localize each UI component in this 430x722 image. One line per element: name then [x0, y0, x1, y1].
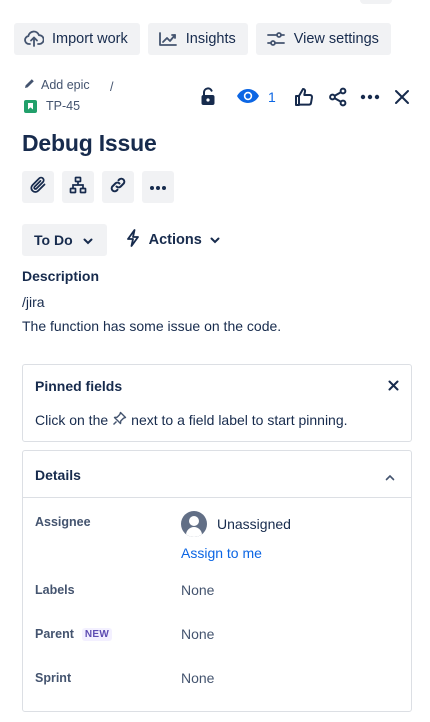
pinned-fields-panel: Pinned fields Click on the next to a fie…: [22, 364, 412, 442]
child-issues-icon: [69, 176, 87, 199]
assignee-value: Unassigned: [217, 516, 291, 532]
breadcrumb: Add epic / TP-45: [24, 78, 113, 113]
insights-label: Insights: [185, 31, 236, 47]
description-line[interactable]: /jira: [22, 294, 45, 310]
issue-key: TP-45: [46, 99, 81, 113]
quick-actions: [22, 171, 174, 203]
status-row: To Do Actions: [22, 224, 220, 256]
pinned-fields-hint: Click on the next to a field label to st…: [35, 411, 348, 429]
sprint-label: Sprint: [35, 671, 72, 685]
status-dropdown[interactable]: To Do: [22, 224, 107, 256]
issue-key-link[interactable]: TP-45: [24, 99, 80, 113]
trend-line-icon: [158, 31, 178, 47]
assignee-field[interactable]: Unassigned: [181, 511, 291, 537]
lightning-icon: [125, 229, 141, 251]
details-panel: Details Assignee Unassigned Assign to me…: [22, 450, 412, 712]
partial-button-top: [360, 0, 392, 4]
pinned-fields-title: Pinned fields: [35, 378, 123, 394]
link-icon: [109, 176, 127, 199]
assign-to-me-link[interactable]: Assign to me: [181, 545, 262, 561]
pencil-icon: [24, 78, 35, 92]
more-actions-button[interactable]: [142, 171, 174, 203]
details-title: Details: [35, 467, 81, 483]
import-work-button[interactable]: Import work: [14, 23, 140, 55]
pinned-hint-start: Click on the: [35, 412, 109, 428]
sprint-value[interactable]: None: [181, 670, 214, 686]
view-settings-button[interactable]: View settings: [255, 23, 391, 55]
labels-label: Labels: [35, 583, 75, 597]
thumbs-up-icon[interactable]: [292, 85, 316, 109]
parent-label: Parent: [35, 627, 74, 641]
issue-header-actions: 1: [196, 85, 414, 109]
eye-icon: [236, 88, 260, 107]
pinned-hint-end: next to a field label to start pinning.: [131, 412, 348, 428]
actions-dropdown[interactable]: Actions: [125, 229, 220, 251]
assignee-label: Assignee: [35, 515, 91, 529]
watch-button[interactable]: 1: [236, 88, 276, 107]
unlock-icon[interactable]: [196, 85, 220, 109]
description-line[interactable]: The function has some issue on the code.: [22, 318, 281, 334]
more-icon: [149, 178, 167, 196]
chevron-up-icon[interactable]: [385, 468, 395, 486]
actions-label: Actions: [148, 232, 202, 248]
share-icon[interactable]: [326, 85, 350, 109]
story-icon: [24, 99, 37, 113]
watch-count: 1: [268, 89, 276, 105]
new-badge: NEW: [81, 627, 113, 641]
description-heading: Description: [22, 268, 100, 284]
labels-value[interactable]: None: [181, 582, 214, 598]
parent-label-row: Parent NEW: [35, 627, 113, 641]
cloud-upload-icon: [24, 30, 44, 48]
import-work-label: Import work: [52, 31, 128, 47]
attach-button[interactable]: [22, 171, 54, 203]
paperclip-icon: [29, 176, 47, 199]
insights-button[interactable]: Insights: [147, 23, 248, 55]
close-icon[interactable]: [390, 85, 414, 109]
top-toolbar: Import work Insights View settings: [14, 23, 391, 55]
details-header[interactable]: Details: [23, 451, 411, 498]
link-issue-button[interactable]: [102, 171, 134, 203]
issue-title[interactable]: Debug Issue: [22, 130, 157, 157]
more-icon[interactable]: [358, 85, 382, 109]
sliders-icon: [266, 31, 286, 47]
breadcrumb-separator: /: [110, 80, 114, 94]
add-epic-link[interactable]: Add epic: [24, 78, 90, 92]
chevron-down-icon: [210, 232, 220, 248]
parent-value[interactable]: None: [181, 626, 214, 642]
view-settings-label: View settings: [293, 31, 379, 47]
status-value: To Do: [34, 232, 73, 248]
close-icon[interactable]: [388, 378, 399, 396]
pin-icon: [112, 411, 127, 429]
add-epic-label: Add epic: [41, 78, 90, 92]
chevron-down-icon: [83, 232, 93, 248]
avatar: [181, 511, 207, 537]
child-issues-button[interactable]: [62, 171, 94, 203]
